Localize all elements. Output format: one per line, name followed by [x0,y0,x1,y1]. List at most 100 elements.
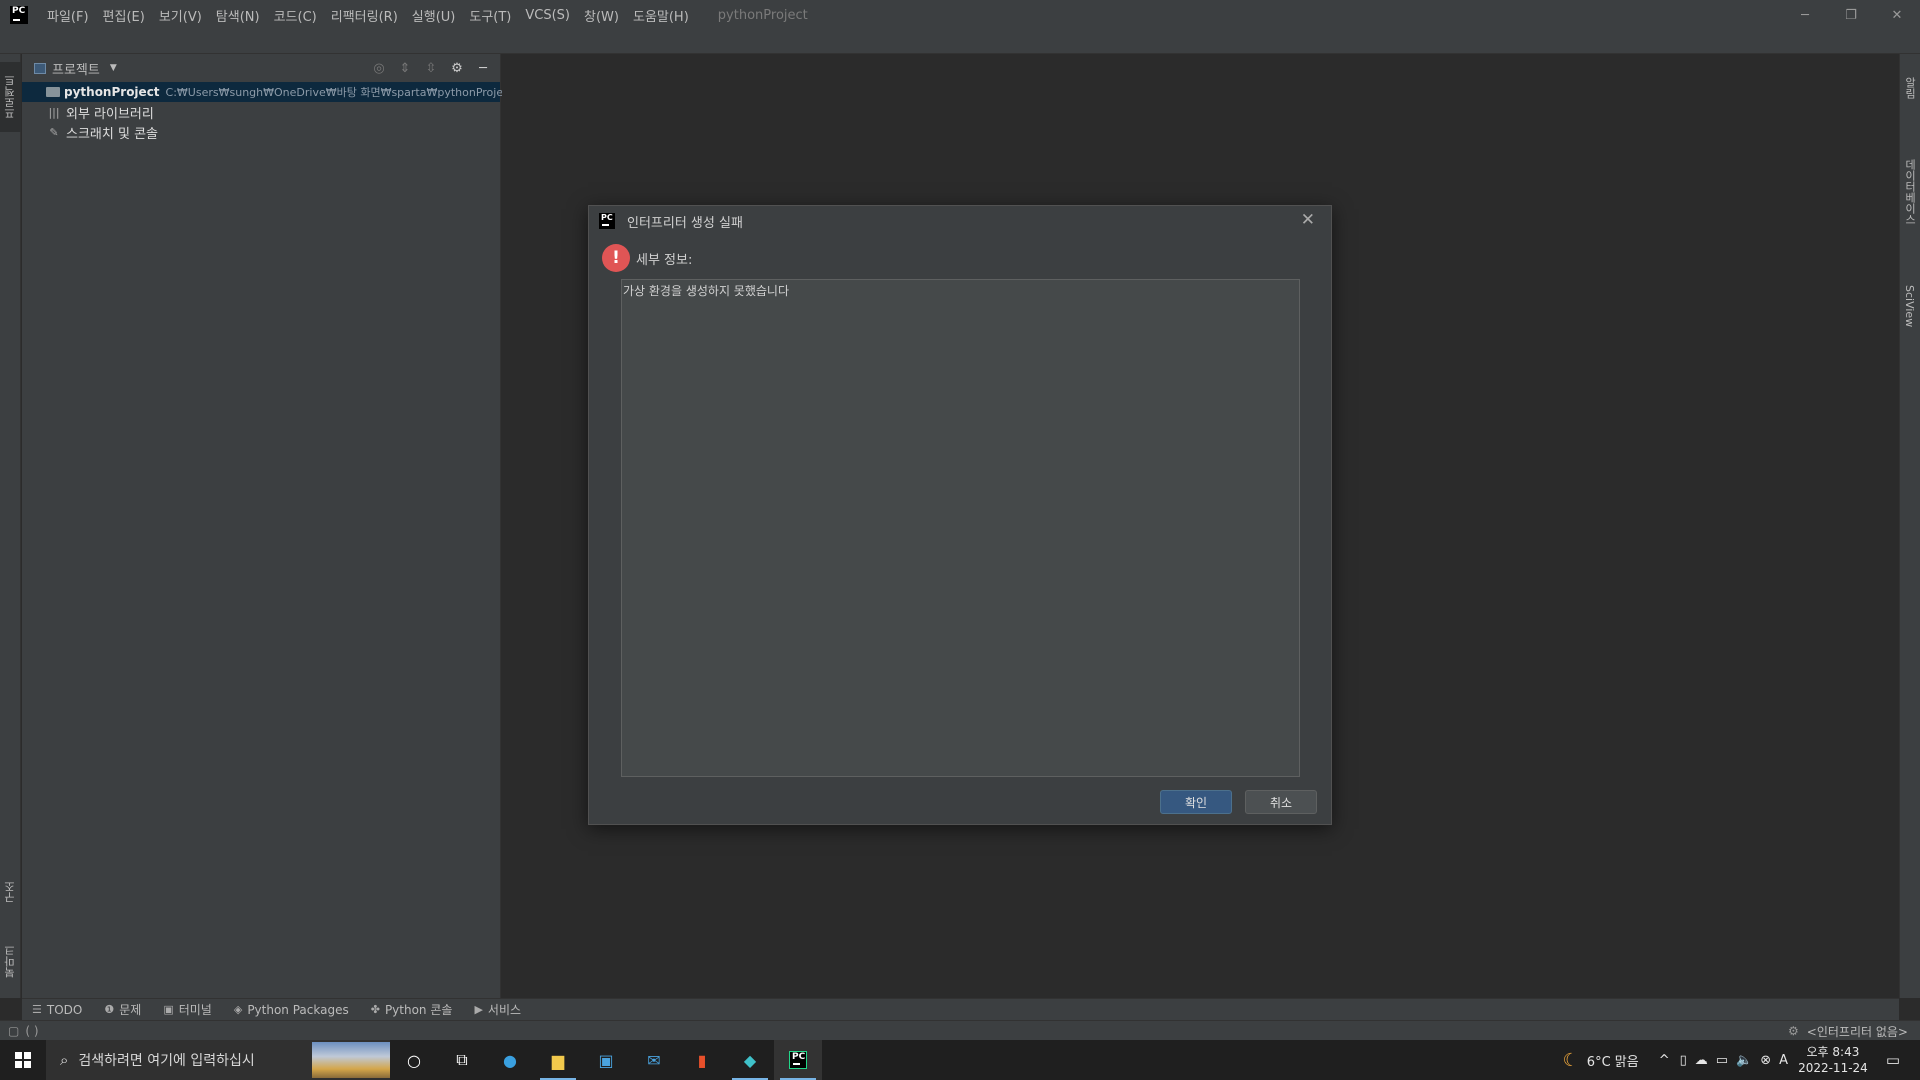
menu-refactor[interactable]: 리팩터링(R) [324,6,405,25]
bottom-tool-tabs: ☰ TODO ❶ 문제 ▣ 터미널 ◈ Python Packages ✤ Py… [22,998,1899,1020]
notifications-tool-tab[interactable]: 알림 [1899,62,1920,114]
error-icon: ! [602,244,630,272]
locate-file-icon[interactable]: ◎ [366,61,392,76]
menu-navigate[interactable]: 탐색(N) [209,6,267,25]
database-tool-tab[interactable]: 데이터베이스 [1899,122,1920,262]
edge-icon[interactable]: ● [486,1040,534,1080]
tab-todo[interactable]: ☰ TODO [32,1003,82,1017]
tab-label: 터미널 [178,1003,212,1017]
tab-terminal[interactable]: ▣ 터미널 [163,1001,212,1018]
network-icon[interactable]: ▭ [1716,1053,1728,1068]
menu-code[interactable]: 코드(C) [267,6,324,25]
moon-weather-icon: ☾ [1562,1049,1579,1071]
clock[interactable]: 오후 8:43 2022-11-24 [1798,1044,1868,1076]
tab-python-console[interactable]: ✤ Python 콘솔 [371,1001,453,1018]
menu-tools[interactable]: 도구(T) [462,6,518,25]
ime-indicator[interactable]: A [1779,1053,1788,1068]
menu-view[interactable]: 보기(V) [152,6,209,25]
database-tool-tab-label: 데이터베이스 [1903,159,1917,225]
tree-item-external-libraries[interactable]: ||| 외부 라이브러리 [22,102,500,122]
gear-icon[interactable]: ⚙ [444,61,470,76]
detail-label: 세부 정보: [636,252,693,268]
app-icon[interactable]: ◆ [726,1040,774,1080]
menu-edit[interactable]: 편집(E) [96,6,152,25]
layout-icon[interactable]: ▢ [8,1024,19,1038]
collapse-all-icon[interactable]: ⇳ [418,61,444,76]
python-icon: ✤ [370,1003,380,1016]
ok-button[interactable]: 확인 [1160,790,1232,814]
windows-logo-icon [15,1052,31,1068]
menu-file[interactable]: 파일(F) [40,6,96,25]
restore-button[interactable]: ❐ [1828,0,1874,30]
window-title: pythonProject [717,7,808,23]
layers-icon: ◈ [233,1003,243,1016]
start-button[interactable] [0,1040,46,1080]
bookmarks-tool-tab-label: 북마크 [3,945,17,979]
cortana-icon[interactable]: ○ [390,1040,438,1080]
close-icon[interactable]: ✕ [1301,210,1315,230]
navigation-toolbar [0,30,1920,54]
search-placeholder: 검색하려면 여기에 입력하십시 [78,1053,255,1069]
structure-tool-tab[interactable]: 구조 [0,870,21,914]
mail-icon[interactable]: ✉ [630,1040,678,1080]
interpreter-icon: ⚙ [1788,1024,1799,1038]
chevron-up-icon[interactable]: ^ [1659,1053,1670,1068]
tab-label: 서비스 [487,1003,522,1017]
scratch-icon: ✎ [49,125,59,139]
pycharm-taskbar-icon[interactable]: PC [774,1040,822,1080]
menu-run[interactable]: 실행(U) [405,6,463,25]
windows-taskbar: ⌕ 검색하려면 여기에 입력하십시 ○ ⧉ ● ▆ ▣ ✉ ▮ ◆ PC ☾ 6… [0,1040,1920,1080]
list-icon: ☰ [32,1003,42,1016]
pycharm-logo-icon: PC [10,6,28,24]
cancel-button[interactable]: 취소 [1245,790,1317,814]
folder-icon [46,85,60,99]
tree-item-label: 스크래치 및 콘솔 [66,126,158,142]
project-tool-tab[interactable]: 프로젝트 [0,62,21,132]
tree-item-scratches[interactable]: ✎ 스크래치 및 콘솔 [22,122,500,142]
interpreter-status[interactable]: <인터프리터 없음> [1807,1023,1908,1040]
office-icon[interactable]: ▮ [678,1040,726,1080]
status-x-icon[interactable]: ⊗ [1760,1053,1771,1068]
phone-icon[interactable]: ▯ [1680,1053,1687,1068]
brackets-icon[interactable]: ( ) [25,1024,38,1038]
dialog-title: 인터프리터 생성 실패 [627,215,743,231]
bookmarks-tool-tab[interactable]: 북마크 [0,934,21,990]
menu-vcs[interactable]: VCS(S) [518,8,577,23]
minimize-button[interactable]: ─ [1782,0,1828,30]
menu-help[interactable]: 도움말(H) [626,6,696,25]
notifications-tool-tab-label: 알림 [1903,77,1917,99]
interpreter-error-dialog: PC 인터프리터 생성 실패 ✕ ! 세부 정보: 가상 환경을 생성하지 못했… [588,205,1332,825]
error-details-textarea[interactable]: 가상 환경을 생성하지 못했습니다 [621,279,1300,777]
library-icon: ||| [48,105,60,119]
notification-center-icon[interactable]: ▭ [1886,1051,1900,1069]
dialog-title-bar: PC 인터프리터 생성 실패 ✕ [589,206,1331,236]
left-tool-strip: 프로젝트 구조 북마크 [0,54,21,998]
store-icon[interactable]: ▣ [582,1040,630,1080]
chevron-down-icon[interactable]: ▼ [110,63,117,73]
close-window-button[interactable]: ✕ [1874,0,1920,30]
clock-time: 오후 8:43 [1806,1045,1860,1059]
tree-item-path: C:₩Users₩sungh₩OneDrive₩바탕 화면₩sparta₩pyt… [165,86,514,99]
volume-icon[interactable]: 🔈 [1736,1053,1752,1068]
expand-all-icon[interactable]: ⇕ [392,61,418,76]
tree-item-label: 외부 라이브러리 [66,106,154,122]
project-panel: 프로젝트 ▼ ◎ ⇕ ⇳ ⚙ ─ pythonProject C:₩Users₩… [22,54,513,998]
cloud-icon[interactable]: ☁ [1695,1053,1708,1068]
pycharm-logo-icon: PC [789,1051,807,1069]
tab-problems[interactable]: ❶ 문제 [104,1001,141,1018]
tree-item-project-root[interactable]: pythonProject C:₩Users₩sungh₩OneDrive₩바탕… [22,82,513,102]
detail-row: ! 세부 정보: [602,244,692,272]
project-panel-title[interactable]: 프로젝트 [52,59,100,78]
tab-services[interactable]: ▶ 서비스 [474,1001,521,1018]
sciview-tool-tab[interactable]: SciView [1899,270,1920,342]
services-icon: ▶ [474,1003,483,1016]
terminal-icon: ▣ [163,1003,174,1016]
file-explorer-icon[interactable]: ▆ [534,1040,582,1080]
hide-panel-icon[interactable]: ─ [470,61,496,76]
taskbar-search[interactable]: ⌕ 검색하려면 여기에 입력하십시 [46,1040,390,1080]
tree-item-label: pythonProject [64,85,160,99]
tab-python-packages[interactable]: ◈ Python Packages [234,1003,349,1017]
weather-text[interactable]: 6°C 맑음 [1587,1051,1639,1070]
task-view-icon[interactable]: ⧉ [438,1040,486,1080]
menu-window[interactable]: 창(W) [577,6,626,25]
